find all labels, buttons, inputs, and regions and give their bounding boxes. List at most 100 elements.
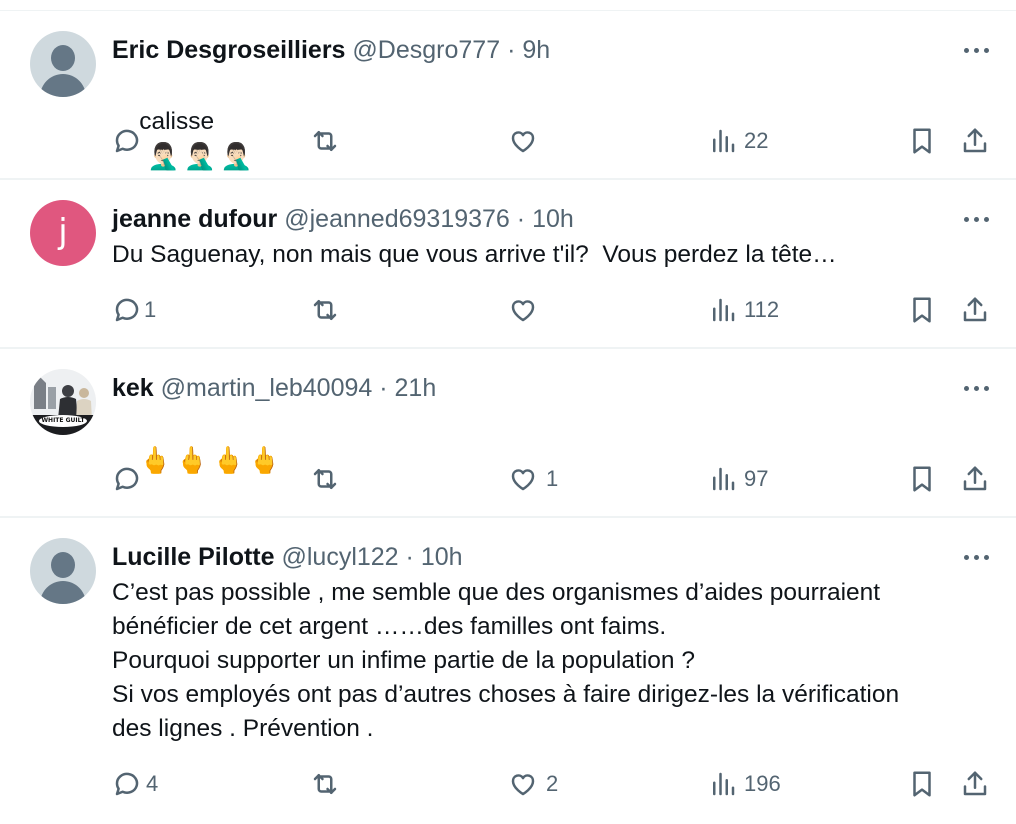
retweet-icon — [313, 469, 337, 489]
like-count: 1 — [546, 466, 559, 491]
like-icon — [511, 131, 535, 153]
author-handle[interactable]: @jeanned69319376 — [284, 205, 510, 233]
reply-header: Eric Desgroseilliers @Desgro777 · 9h — [112, 35, 550, 65]
author-handle[interactable]: @Desgro777 — [352, 36, 500, 64]
bookmark-icon — [913, 128, 931, 154]
reply-count: 4 — [146, 771, 159, 796]
post-time[interactable]: 10h — [532, 205, 574, 233]
retweet-button[interactable] — [310, 767, 346, 801]
reply-count: 1 — [144, 297, 157, 322]
views-icon — [713, 772, 735, 796]
action-bar: 1 112 — [0, 293, 1016, 327]
avatar-body — [40, 74, 86, 97]
author-name[interactable]: jeanne dufour — [112, 205, 277, 233]
views-button[interactable]: 196 — [708, 767, 781, 801]
reply-button[interactable] — [112, 124, 148, 158]
avatar[interactable] — [30, 538, 96, 604]
bookmark-button[interactable] — [907, 462, 937, 496]
retweet-button[interactable] — [310, 462, 346, 496]
reply-text: Du Saguenay, non mais que vous arrive t'… — [112, 241, 837, 268]
views-button[interactable]: 22 — [708, 124, 768, 158]
like-icon — [511, 300, 535, 322]
bookmark-icon — [913, 466, 931, 492]
like-button[interactable] — [508, 293, 544, 327]
like-count: 2 — [546, 771, 559, 796]
post-time[interactable]: 10h — [421, 543, 463, 571]
views-icon — [713, 129, 735, 153]
views-button[interactable]: 97 — [708, 462, 768, 496]
reply-text: 🖕 🖕 🖕 🖕 — [112, 409, 992, 513]
like-button[interactable]: 2 — [508, 767, 558, 801]
avatar-caption: WHITE GUILT — [41, 417, 85, 424]
views-count: 196 — [744, 771, 781, 796]
share-icon — [963, 771, 987, 796]
share-button[interactable] — [960, 293, 990, 327]
reply-icon — [115, 298, 139, 322]
bookmark-button[interactable] — [907, 767, 937, 801]
separator: · — [405, 543, 414, 571]
share-button[interactable] — [960, 462, 990, 496]
retweet-icon — [313, 131, 337, 151]
avatar[interactable]: j — [30, 200, 96, 266]
share-icon — [963, 466, 987, 491]
avatar-head — [51, 552, 75, 578]
retweet-button[interactable] — [310, 124, 346, 158]
reply-icon — [115, 129, 139, 153]
bookmark-button[interactable] — [907, 124, 937, 158]
author-name[interactable]: Lucille Pilotte — [112, 543, 275, 571]
views-icon — [713, 467, 735, 491]
reply-icon — [115, 467, 139, 491]
share-icon — [963, 128, 987, 153]
post-time[interactable]: 21h — [395, 374, 437, 402]
reply-item[interactable]: Lucille Pilotte @lucyl122 · 10h C’est pa… — [0, 518, 1016, 824]
author-handle[interactable]: @martin_leb40094 — [161, 374, 373, 402]
author-handle[interactable]: @lucyl122 — [281, 543, 398, 571]
more-icon[interactable] — [962, 47, 992, 55]
reply-icon — [115, 772, 139, 796]
separator: · — [507, 36, 516, 64]
action-bar: 1 97 — [0, 462, 1016, 496]
separator: · — [379, 374, 388, 402]
reply-item[interactable]: Eric Desgroseilliers @Desgro777 · 9h cal… — [0, 11, 1016, 180]
retweet-button[interactable] — [310, 293, 346, 327]
views-button[interactable]: 112 — [708, 293, 779, 327]
reply-item[interactable]: j jeanne dufour @jeanned69319376 · 10h D… — [0, 180, 1016, 349]
like-icon — [511, 469, 535, 491]
like-button[interactable]: 1 — [508, 462, 558, 496]
retweet-icon — [313, 774, 337, 794]
reply-header: jeanne dufour @jeanned69319376 · 10h — [112, 204, 574, 234]
views-count: 22 — [744, 128, 769, 153]
views-count: 97 — [744, 466, 769, 491]
more-icon[interactable] — [962, 385, 992, 393]
avatar[interactable]: WHITE GUILT — [30, 369, 96, 435]
avatar-letter: j — [58, 212, 68, 252]
more-icon[interactable] — [962, 216, 992, 224]
avatar-head — [51, 45, 75, 71]
avatar-body — [40, 581, 86, 604]
reply-text: C’est pas possible , me semble que des o… — [112, 579, 900, 742]
views-count: 112 — [744, 297, 780, 322]
share-button[interactable] — [960, 767, 990, 801]
share-button[interactable] — [960, 124, 990, 158]
reply-button[interactable] — [112, 462, 148, 496]
author-name[interactable]: Eric Desgroseilliers — [112, 36, 345, 64]
reply-button[interactable]: 4 — [112, 767, 158, 801]
share-icon — [963, 297, 987, 322]
reply-header: kek @martin_leb40094 · 21h — [112, 373, 436, 403]
reply-button[interactable]: 1 — [112, 293, 156, 327]
more-icon[interactable] — [962, 554, 992, 562]
reply-item[interactable]: WHITE GUILT kek @martin_leb40094 · 21h 🖕… — [0, 349, 1016, 518]
views-icon — [713, 298, 735, 322]
avatar[interactable] — [30, 31, 96, 97]
separator: · — [516, 205, 526, 233]
author-name[interactable]: kek — [112, 374, 154, 402]
like-icon — [511, 774, 535, 796]
bookmark-button[interactable] — [907, 293, 937, 327]
retweet-icon — [313, 300, 337, 320]
bookmark-icon — [913, 771, 931, 797]
like-button[interactable] — [508, 124, 544, 158]
action-bar: 4 2 196 — [0, 767, 1016, 801]
post-time[interactable]: 9h — [522, 36, 550, 64]
bookmark-icon — [913, 297, 931, 323]
reply-header: Lucille Pilotte @lucyl122 · 10h — [112, 542, 463, 572]
